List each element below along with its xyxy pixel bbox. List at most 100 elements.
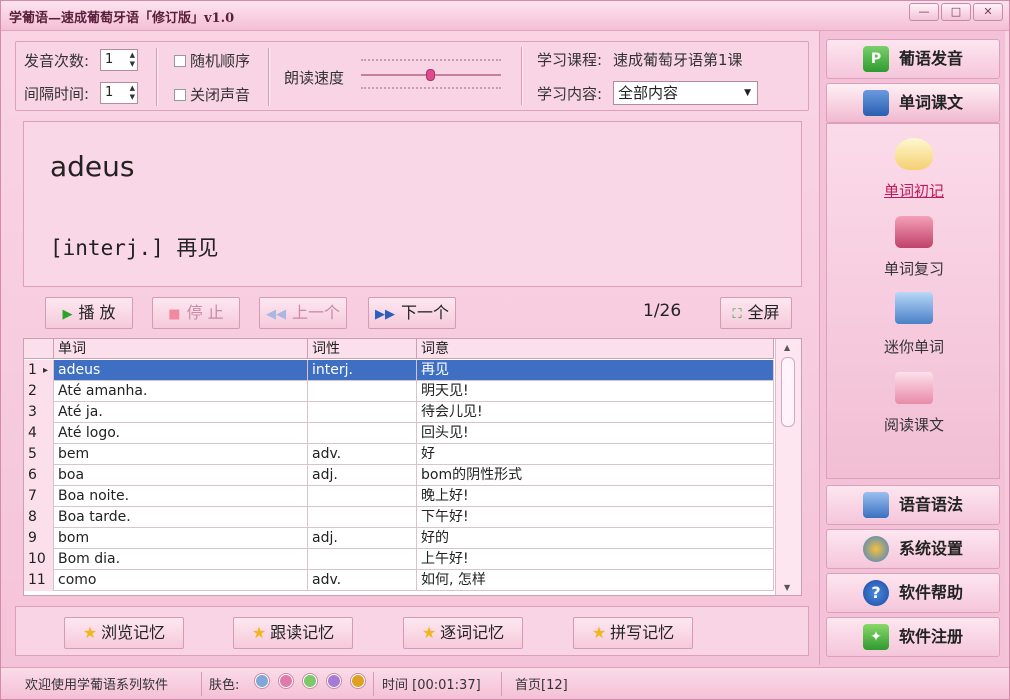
help-label: 软件帮助: [899, 583, 964, 602]
restore-button[interactable]: □: [941, 3, 971, 21]
row-number: 11: [24, 570, 54, 591]
table-row[interactable]: 11 como adv. 如何, 怎样: [24, 570, 774, 591]
table-row[interactable]: 3 Até ja. 待会儿见!: [24, 402, 774, 423]
cell-word: adeus: [54, 360, 308, 381]
row-number: 10: [24, 549, 54, 570]
cell-meaning: 上午好!: [417, 549, 774, 570]
follow-memory-label: 跟读记忆: [270, 623, 335, 642]
browse-memory-button[interactable]: ★ 浏览记忆: [64, 617, 184, 649]
pronunciation-button[interactable]: P 葡语发音: [826, 39, 1000, 79]
next-label: 下一个: [400, 303, 449, 322]
submenu-first-learn[interactable]: 单词初记: [827, 180, 1001, 201]
skin-label: 肤色:: [209, 678, 240, 693]
star-icon: ★: [251, 623, 267, 642]
slider-ticks-bottom: [361, 87, 501, 89]
cell-pos: [308, 486, 417, 507]
row-number: 3: [24, 402, 54, 423]
cell-word: Até ja.: [54, 402, 308, 423]
app-window: 学葡语—速成葡萄牙语「修订版」v1.0 — □ ✕ 发音次数: 1 ▲ ▼ 间隔时…: [0, 0, 1010, 700]
cell-meaning: 下午好!: [417, 507, 774, 528]
interval-stepper[interactable]: 1 ▲ ▼: [100, 82, 138, 104]
book-pencil-icon: [895, 216, 933, 248]
divider: [156, 48, 158, 106]
skin-color-swatch[interactable]: [255, 674, 269, 688]
table-row[interactable]: 10 Bom dia. 上午好!: [24, 549, 774, 570]
table-row[interactable]: 2 Até amanha. 明天见!: [24, 381, 774, 402]
word-counter: 1/26: [643, 301, 682, 321]
grammar-label: 语音语法: [899, 495, 964, 514]
cell-meaning: 明天见!: [417, 381, 774, 402]
random-order-checkbox[interactable]: 随机顺序: [174, 50, 250, 71]
cell-pos: [308, 549, 417, 570]
cell-word: boa: [54, 465, 308, 486]
table-row[interactable]: 1 adeus interj. 再见 ▸: [24, 360, 774, 381]
submenu-mini-words[interactable]: 迷你单词: [827, 336, 1001, 357]
row-number: 5: [24, 444, 54, 465]
help-button[interactable]: ? 软件帮助: [826, 573, 1000, 613]
vocab-text-button[interactable]: 单词课文: [826, 83, 1000, 123]
row-number: 8: [24, 507, 54, 528]
cell-meaning: 好: [417, 444, 774, 465]
system-settings-button[interactable]: 系统设置: [826, 529, 1000, 569]
next-button[interactable]: ▶▶ 下一个: [368, 297, 456, 329]
book-p-icon: P: [863, 46, 889, 72]
play-button[interactable]: ▶ 播 放: [45, 297, 133, 329]
table-row[interactable]: 6 boa adj. bom的阴性形式: [24, 465, 774, 486]
submenu-review[interactable]: 单词复习: [827, 258, 1001, 279]
word-table[interactable]: 单词 词性 词意 1 adeus interj. 再见 ▸ 2 Até amanha. 明天见…: [23, 338, 802, 596]
fullscreen-button[interactable]: ⛶ 全屏: [720, 297, 792, 329]
register-button[interactable]: ✦ 软件注册: [826, 617, 1000, 657]
grammar-button[interactable]: 语音语法: [826, 485, 1000, 525]
cell-meaning: 如何, 怎样: [417, 570, 774, 591]
chevron-down-icon[interactable]: ▼: [744, 82, 751, 104]
prev-button[interactable]: ◀◀ 上一个: [259, 297, 347, 329]
skin-color-swatch[interactable]: [303, 674, 317, 688]
speaker-book-icon: [863, 492, 889, 518]
submenu-read-text[interactable]: 阅读课文: [827, 414, 1001, 435]
course-value: 速成葡萄牙语第1课: [613, 51, 743, 69]
skin-color-swatch[interactable]: [327, 674, 341, 688]
stepper-arrows-icon[interactable]: ▲ ▼: [130, 51, 135, 69]
minimize-button[interactable]: —: [909, 3, 939, 21]
table-scrollbar[interactable]: ▲ ▼: [775, 339, 801, 595]
skin-color-swatch[interactable]: [279, 674, 293, 688]
slider-ticks-top: [361, 59, 501, 61]
row-number: 9: [24, 528, 54, 549]
table-row[interactable]: 9 bom adj. 好的: [24, 528, 774, 549]
cell-word: Até amanha.: [54, 381, 308, 402]
cell-word: Bom dia.: [54, 549, 308, 570]
content-select[interactable]: 全部内容 ▼: [613, 81, 758, 105]
pronounce-count-stepper[interactable]: 1 ▲ ▼: [100, 49, 138, 71]
system-settings-label: 系统设置: [899, 539, 964, 558]
scroll-up-icon[interactable]: ▲: [784, 343, 790, 352]
skin-color-swatch[interactable]: [351, 674, 365, 688]
table-row[interactable]: 8 Boa tarde. 下午好!: [24, 507, 774, 528]
row-number: 2: [24, 381, 54, 402]
header-pos[interactable]: 词性: [308, 339, 417, 359]
status-divider: [373, 672, 374, 696]
random-order-label: 随机顺序: [190, 52, 251, 70]
mute-checkbox[interactable]: 关闭声音: [174, 84, 250, 105]
cell-word: bom: [54, 528, 308, 549]
scroll-thumb[interactable]: [781, 357, 795, 427]
follow-memory-button[interactable]: ★ 跟读记忆: [233, 617, 353, 649]
vocab-text-label: 单词课文: [899, 93, 964, 112]
word-memory-button[interactable]: ★ 逐词记忆: [403, 617, 523, 649]
table-row[interactable]: 4 Até logo. 回头见!: [24, 423, 774, 444]
speed-slider-thumb[interactable]: [426, 69, 435, 81]
divider: [521, 47, 523, 105]
stepper-arrows-icon[interactable]: ▲ ▼: [130, 84, 135, 102]
table-row[interactable]: 5 bem adv. 好: [24, 444, 774, 465]
close-button[interactable]: ✕: [973, 3, 1003, 21]
stop-button[interactable]: ■ 停 止: [152, 297, 240, 329]
table-row[interactable]: 7 Boa noite. 晚上好!: [24, 486, 774, 507]
cell-word: como: [54, 570, 308, 591]
pronunciation-label: 葡语发音: [899, 49, 964, 68]
book-light-icon: [895, 138, 933, 170]
scroll-down-icon[interactable]: ▼: [784, 583, 790, 592]
header-word[interactable]: 单词: [54, 339, 308, 359]
header-meaning[interactable]: 词意: [417, 339, 774, 359]
checkbox-box[interactable]: [174, 55, 186, 67]
spelling-memory-button[interactable]: ★ 拼写记忆: [573, 617, 693, 649]
checkbox-box[interactable]: [174, 89, 186, 101]
